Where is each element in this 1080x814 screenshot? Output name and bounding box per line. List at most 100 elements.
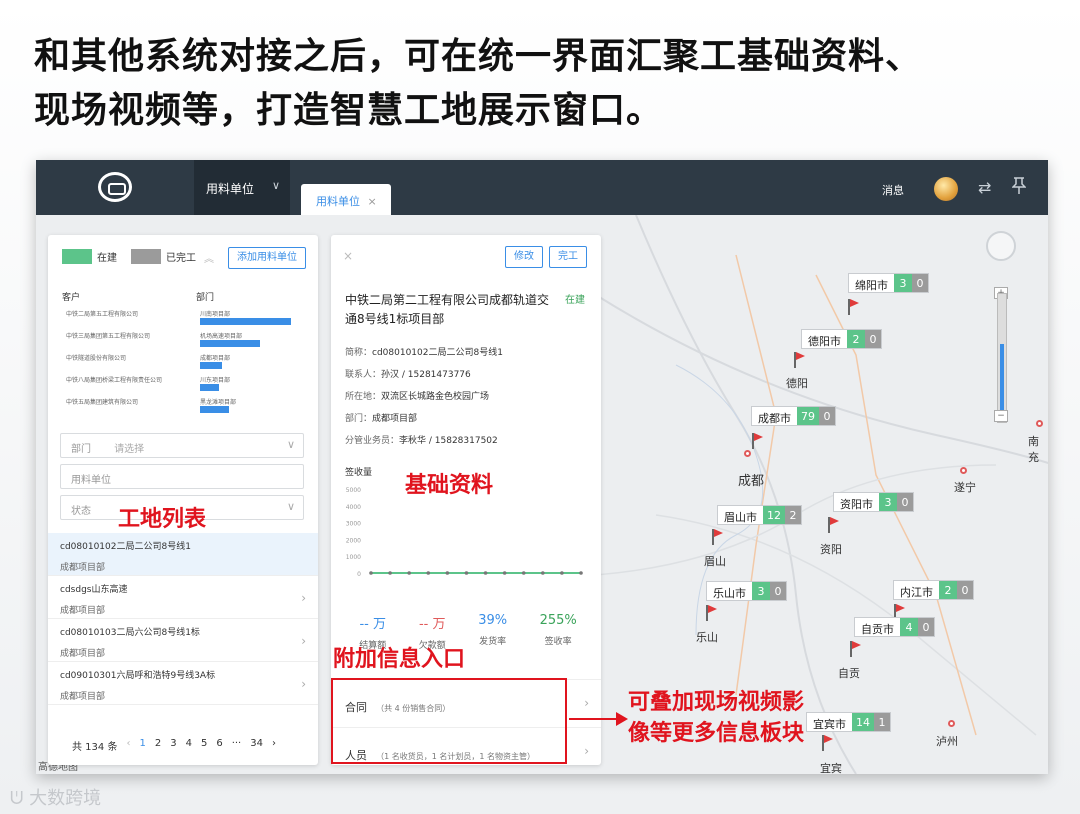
list-item[interactable]: cdsdgs山东高速 成都项目部 › bbox=[48, 576, 318, 619]
data-point[interactable] bbox=[560, 571, 564, 575]
site-flag-icon[interactable] bbox=[822, 735, 833, 751]
data-point[interactable] bbox=[483, 571, 488, 575]
legend-active-label: 在建 bbox=[97, 253, 117, 264]
legend-active-swatch[interactable] bbox=[62, 249, 92, 264]
site-flag-icon[interactable] bbox=[850, 641, 861, 657]
marker-name: 内江市 bbox=[900, 586, 933, 599]
data-point[interactable] bbox=[521, 571, 526, 575]
avatar[interactable] bbox=[934, 177, 958, 201]
y-tick-label: 5000 bbox=[346, 487, 361, 494]
marker-done-count: 0 bbox=[770, 582, 786, 600]
data-point[interactable] bbox=[502, 571, 507, 575]
chevron-down-icon: ∨ bbox=[286, 438, 295, 451]
data-point[interactable] bbox=[541, 571, 545, 575]
city-label-deyang: 德阳 bbox=[786, 377, 808, 390]
zoom-out-button[interactable]: − bbox=[994, 410, 1008, 422]
map-marker-chengdu[interactable]: 成都市 79 0 bbox=[751, 406, 836, 426]
dept-select[interactable]: 部门 请选择 ∨ bbox=[60, 433, 304, 458]
marker-name: 资阳市 bbox=[840, 498, 873, 511]
data-point[interactable] bbox=[464, 571, 469, 575]
page-button[interactable]: 1 bbox=[139, 738, 145, 753]
dept-bar[interactable] bbox=[200, 340, 260, 347]
add-unit-button[interactable]: 添加用料单位 bbox=[228, 247, 306, 269]
map-marker-deyang[interactable]: 德阳市 2 0 bbox=[801, 329, 882, 349]
zoom-slider[interactable] bbox=[997, 293, 1007, 423]
map-pan-control[interactable] bbox=[986, 231, 1016, 261]
data-point[interactable] bbox=[579, 571, 583, 575]
site-flag-icon[interactable] bbox=[752, 433, 763, 449]
next-page-button[interactable]: › bbox=[272, 738, 276, 753]
site-flag-icon[interactable] bbox=[794, 352, 805, 368]
legend-done-label: 已完工 bbox=[166, 253, 196, 264]
page-button[interactable]: 3 bbox=[170, 738, 176, 753]
map-marker-zigong[interactable]: 自贡市 4 0 bbox=[854, 617, 935, 637]
dept-bar[interactable] bbox=[200, 362, 222, 369]
footer-brand: ᕫ 大数跨境 bbox=[10, 784, 101, 810]
site-flag-icon[interactable] bbox=[712, 529, 723, 545]
site-flag-icon[interactable] bbox=[848, 299, 859, 315]
dept-bar[interactable] bbox=[200, 384, 219, 391]
city-label-chengdu: 成都 bbox=[738, 474, 765, 489]
site-flag-icon[interactable] bbox=[828, 517, 839, 533]
page-button[interactable]: 4 bbox=[186, 738, 192, 753]
map-marker-ziyang[interactable]: 资阳市 3 0 bbox=[833, 492, 914, 512]
marker-active-count: 3 bbox=[752, 582, 770, 600]
list-item-title: cdsdgs山东高速 bbox=[60, 585, 128, 595]
unit-input[interactable]: 用料单位 bbox=[60, 464, 304, 489]
city-label-yibin: 宜宾 bbox=[820, 762, 842, 774]
annotation-arrow bbox=[569, 718, 619, 720]
messages-link[interactable]: 消息 bbox=[882, 182, 904, 198]
data-point[interactable] bbox=[407, 571, 411, 575]
legend-done-swatch[interactable] bbox=[131, 249, 161, 264]
info-short-name: 简称：cd08010102二局二公司8号线1 bbox=[345, 345, 503, 358]
status-badge: 在建 bbox=[565, 295, 585, 306]
company-logo[interactable] bbox=[98, 172, 132, 202]
list-item[interactable]: cd08010102二局二公司8号线1 成都项目部 bbox=[48, 533, 318, 576]
marker-active-count: 2 bbox=[847, 330, 865, 348]
list-item[interactable]: cd08010103二局六公司8号线1标 成都项目部 › bbox=[48, 619, 318, 662]
tab-unit[interactable]: 用料单位 × bbox=[301, 184, 391, 215]
unit-input-placeholder: 用料单位 bbox=[71, 475, 111, 486]
site-flag-icon[interactable] bbox=[706, 605, 717, 621]
info-value: cd08010102二局二公司8号线1 bbox=[372, 348, 503, 358]
close-icon[interactable]: × bbox=[368, 195, 377, 208]
dept-bar[interactable] bbox=[200, 406, 229, 413]
page-button[interactable]: 6 bbox=[216, 738, 222, 753]
map-marker-yibin[interactable]: 宜宾市 14 1 bbox=[806, 712, 891, 732]
list-item-title: cd08010102二局二公司8号线1 bbox=[60, 542, 191, 552]
map-marker-neijiang[interactable]: 内江市 2 0 bbox=[893, 580, 974, 600]
pin-icon[interactable] bbox=[1011, 177, 1027, 199]
callout-line-2: 像等更多信息板块 bbox=[628, 721, 805, 746]
map-marker-mianyang[interactable]: 绵阳市 3 0 bbox=[848, 273, 929, 293]
data-point[interactable] bbox=[388, 571, 392, 575]
collapse-icon[interactable]: ︽ bbox=[204, 250, 214, 265]
info-label: 联系人： bbox=[345, 370, 382, 380]
map-marker-leshan[interactable]: 乐山市 3 0 bbox=[706, 581, 787, 601]
customer-name: 中铁隧道股份有限公司 bbox=[66, 355, 127, 362]
city-dot-icon bbox=[744, 450, 751, 457]
metric-sign-rate: 255% 签收率 bbox=[540, 613, 577, 651]
data-point[interactable] bbox=[426, 571, 431, 575]
dept-name: 机场高速项目部 bbox=[200, 333, 243, 340]
page-ellipsis[interactable]: ··· bbox=[232, 738, 242, 753]
status-select-placeholder: 状态 bbox=[71, 506, 91, 517]
finish-button[interactable]: 完工 bbox=[549, 246, 587, 268]
map-marker-meishan[interactable]: 眉山市 12 2 bbox=[717, 505, 802, 525]
page-button[interactable]: 34 bbox=[250, 738, 263, 753]
customer-name: 中铁二局第五工程有限公司 bbox=[66, 311, 139, 318]
chevron-down-icon: ∨ bbox=[286, 500, 295, 513]
dept-bar[interactable] bbox=[200, 318, 291, 325]
page-button[interactable]: 2 bbox=[155, 738, 161, 753]
list-item-sub: 成都项目部 bbox=[60, 563, 106, 573]
data-point[interactable] bbox=[445, 571, 450, 575]
list-item[interactable]: cd09010301六局呼和浩特9号线3A标 成都项目部 › bbox=[48, 662, 318, 705]
data-point[interactable] bbox=[369, 571, 373, 575]
swap-icon[interactable]: ⇄ bbox=[978, 178, 991, 197]
y-tick-label: 2000 bbox=[346, 537, 361, 544]
unit-menu[interactable]: 用料单位 ∨ bbox=[194, 160, 290, 215]
close-icon[interactable]: × bbox=[343, 249, 353, 263]
edit-button[interactable]: 修改 bbox=[505, 246, 543, 268]
page-button[interactable]: 5 bbox=[201, 738, 207, 753]
app-window: 用料单位 ∨ 用料单位 × 消息 ⇄ 绵阳市 3 0 德阳市 2 0 德阳 成都… bbox=[36, 160, 1048, 774]
prev-page-button[interactable]: ‹ bbox=[126, 738, 130, 753]
